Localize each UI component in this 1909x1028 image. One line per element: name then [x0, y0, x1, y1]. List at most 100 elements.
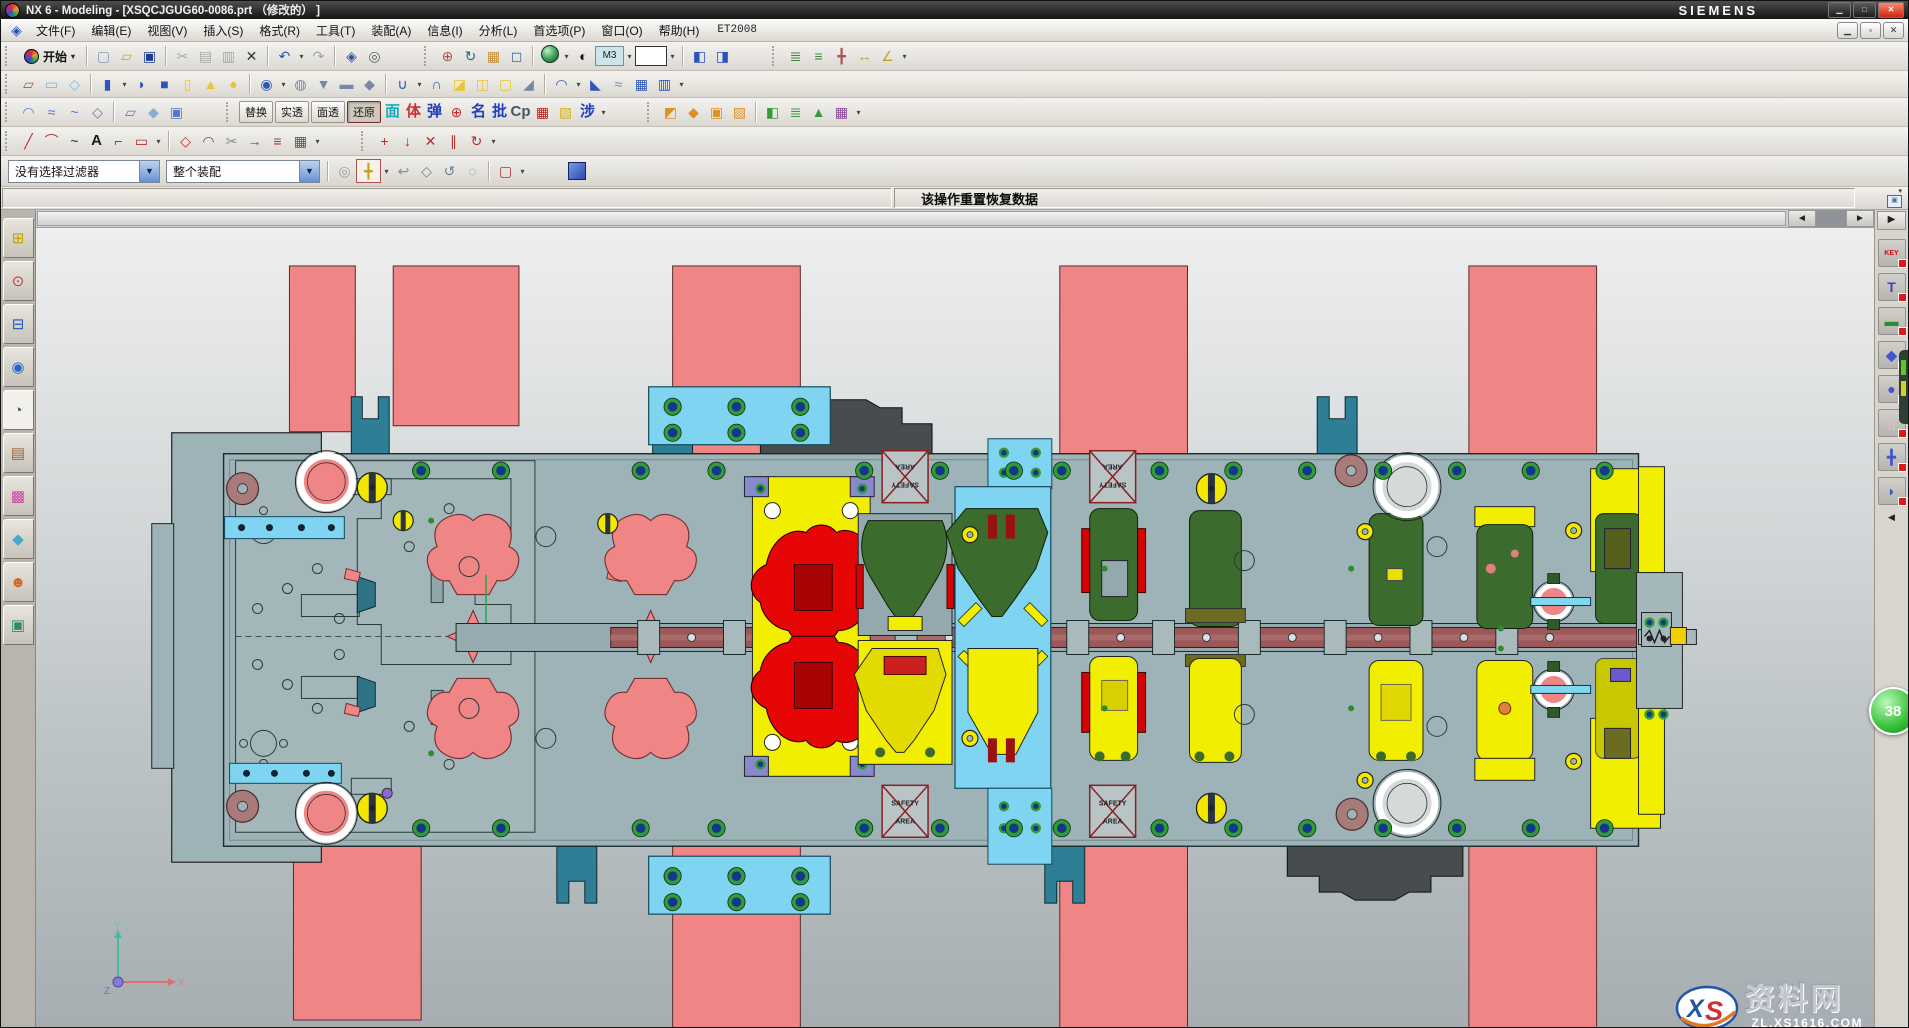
arc-icon[interactable]: ⌒: [40, 130, 63, 152]
menu-view[interactable]: 视图(V): [139, 20, 195, 41]
palette-part-pin[interactable]: ╋: [1878, 443, 1906, 471]
annotation-icon[interactable]: ◌: [461, 160, 484, 182]
open-file-icon[interactable]: ▱: [115, 45, 138, 67]
display-mode-icon[interactable]: ◐: [572, 45, 595, 67]
resource-tab-materials[interactable]: ▩: [3, 476, 34, 516]
undo-icon[interactable]: ↶: [273, 45, 296, 67]
cylinder-icon[interactable]: ▯: [176, 73, 199, 95]
n-sided-surface-icon[interactable]: ◇: [86, 101, 109, 123]
menu-et2008[interactable]: ET2008: [707, 22, 767, 38]
cut-icon[interactable]: ✂: [171, 45, 194, 67]
resource-tab-assembly-navigator[interactable]: ⊞: [3, 218, 34, 258]
selection-filter-dropdown[interactable]: 没有选择过滤器 ▼: [8, 160, 160, 183]
intersection-curve-icon[interactable]: ✕: [419, 130, 442, 152]
extend-curve-icon[interactable]: →: [243, 130, 266, 152]
palette-scroll-button[interactable]: ▶: [1877, 211, 1906, 230]
dropdown-caret-icon[interactable]: ▾: [561, 52, 572, 61]
redo-icon[interactable]: ↷: [307, 45, 330, 67]
contact-bubble[interactable]: 38: [1869, 687, 1909, 735]
body-display-tool[interactable]: 体: [403, 101, 424, 123]
corner-icon[interactable]: ⌐: [107, 130, 130, 152]
promote-body-icon[interactable]: ▲: [807, 101, 830, 123]
subtract-icon[interactable]: ∩: [425, 73, 448, 95]
face-translucency-button-button[interactable]: 面透: [311, 101, 345, 123]
hole-icon[interactable]: ◉: [255, 73, 278, 95]
zoom-fit-icon[interactable]: ⊕: [436, 45, 459, 67]
rectangle-icon[interactable]: ▭: [130, 130, 153, 152]
status-maximize-icon[interactable]: ▣: [1887, 195, 1902, 208]
trim-curve-icon[interactable]: ✂: [220, 130, 243, 152]
rotate-view-icon[interactable]: ↻: [459, 45, 482, 67]
resource-tab-roles[interactable]: ☻: [3, 562, 34, 602]
block-icon[interactable]: ■: [153, 73, 176, 95]
model-canvas[interactable]: SAFETYAREA SAFETYAREA SAFETYAREA SAFETYA…: [36, 228, 1874, 1028]
palette-part-key[interactable]: KEY: [1878, 239, 1906, 267]
measure-distance-icon[interactable]: ↔: [853, 45, 876, 67]
trim-body-icon[interactable]: ◪: [448, 73, 471, 95]
dropdown-caret-icon[interactable]: ▾: [598, 108, 609, 117]
dropdown-caret-icon[interactable]: ▾: [119, 80, 130, 89]
rendering-style-icon[interactable]: [538, 45, 561, 67]
sphere-icon[interactable]: ●: [222, 73, 245, 95]
visible-layers-icon[interactable]: ≡: [807, 45, 830, 67]
menu-help[interactable]: 帮助(H): [651, 20, 708, 41]
die-assembly-model[interactable]: SAFETYAREA SAFETYAREA SAFETYAREA SAFETYA…: [36, 228, 1874, 1028]
scroll-left-button[interactable]: ◄: [1788, 210, 1816, 227]
selection-rectangle-icon[interactable]: ▢: [494, 160, 517, 182]
menu-file[interactable]: 文件(F): [28, 20, 83, 41]
datum-plane-icon[interactable]: ▭: [40, 73, 63, 95]
dropdown-caret-icon[interactable]: ▾: [488, 137, 499, 146]
wcs-display-icon[interactable]: ╋: [830, 45, 853, 67]
thicken-icon[interactable]: ▣: [165, 101, 188, 123]
dropdown-caret-icon[interactable]: ▾: [414, 80, 425, 89]
replace-reference-set-button-button[interactable]: 替换: [239, 101, 273, 123]
mdi-restore-button[interactable]: ▫: [1860, 22, 1881, 39]
palette-part-elbow[interactable]: ◗: [1878, 477, 1906, 505]
dropdown-caret-icon[interactable]: ▾: [853, 108, 864, 117]
menu-preferences[interactable]: 首选项(P): [525, 20, 593, 41]
offset-curve-icon[interactable]: ≡: [266, 130, 289, 152]
yellow-box-display-icon[interactable]: ▧: [554, 101, 577, 123]
delete-icon[interactable]: ✕: [240, 45, 263, 67]
boss-icon[interactable]: ◍: [289, 73, 312, 95]
palette-part-green-block[interactable]: ▬: [1878, 307, 1906, 335]
resource-tab-web-browser[interactable]: ◉: [3, 347, 34, 387]
scrollbar-track[interactable]: [1816, 210, 1848, 227]
resource-tab-visualization[interactable]: ◆: [3, 519, 34, 559]
dropdown-caret-icon[interactable]: ▾: [278, 80, 289, 89]
mdi-close-button[interactable]: ✕: [1883, 22, 1904, 39]
dropdown-caret-icon[interactable]: ▾: [312, 137, 323, 146]
undo-selection-icon[interactable]: ↩: [392, 160, 415, 182]
pattern-feature-icon[interactable]: ▦: [630, 73, 653, 95]
polygon-icon[interactable]: ◇: [174, 130, 197, 152]
snap-point-icon[interactable]: ╋: [356, 159, 381, 183]
resource-tab-part-navigator[interactable]: ⊟: [3, 304, 34, 344]
find-icon[interactable]: ◎: [363, 45, 386, 67]
information-icon[interactable]: ◈: [340, 45, 363, 67]
paste-icon[interactable]: ▥: [217, 45, 240, 67]
offset-surface-icon[interactable]: ◆: [142, 101, 165, 123]
dropdown-caret-icon[interactable]: ▾: [296, 52, 307, 61]
ruled-surface-icon[interactable]: ◠: [17, 101, 40, 123]
copy-display-tool[interactable]: Cp: [510, 101, 531, 123]
point-icon[interactable]: +: [373, 130, 396, 152]
edge-blend-icon[interactable]: ◠: [550, 73, 573, 95]
menu-information[interactable]: 信息(I): [419, 20, 470, 41]
pocket-icon[interactable]: ▼: [312, 73, 335, 95]
edge-slider[interactable]: [1899, 350, 1908, 424]
menu-tools[interactable]: 工具(T): [308, 20, 363, 41]
cone-icon[interactable]: ▲: [199, 73, 222, 95]
linked-body-icon[interactable]: ◧: [761, 101, 784, 123]
helix-icon[interactable]: ↻: [465, 130, 488, 152]
offset-region-icon[interactable]: ▣: [705, 101, 728, 123]
pattern-curve-icon[interactable]: ▦: [289, 130, 312, 152]
dropdown-caret-icon[interactable]: ▾: [153, 137, 164, 146]
resource-tab-history[interactable]: ◔: [3, 390, 34, 430]
menu-format[interactable]: 格式(R): [251, 20, 308, 41]
section-curve-icon[interactable]: ∥: [442, 130, 465, 152]
dropdown-caret-icon[interactable]: ▾: [676, 80, 687, 89]
name-display-tool[interactable]: 名: [468, 101, 489, 123]
datum-axis-icon[interactable]: ◇: [63, 73, 86, 95]
spline-icon[interactable]: ~: [63, 130, 86, 152]
revolve-icon[interactable]: ◗: [130, 73, 153, 95]
